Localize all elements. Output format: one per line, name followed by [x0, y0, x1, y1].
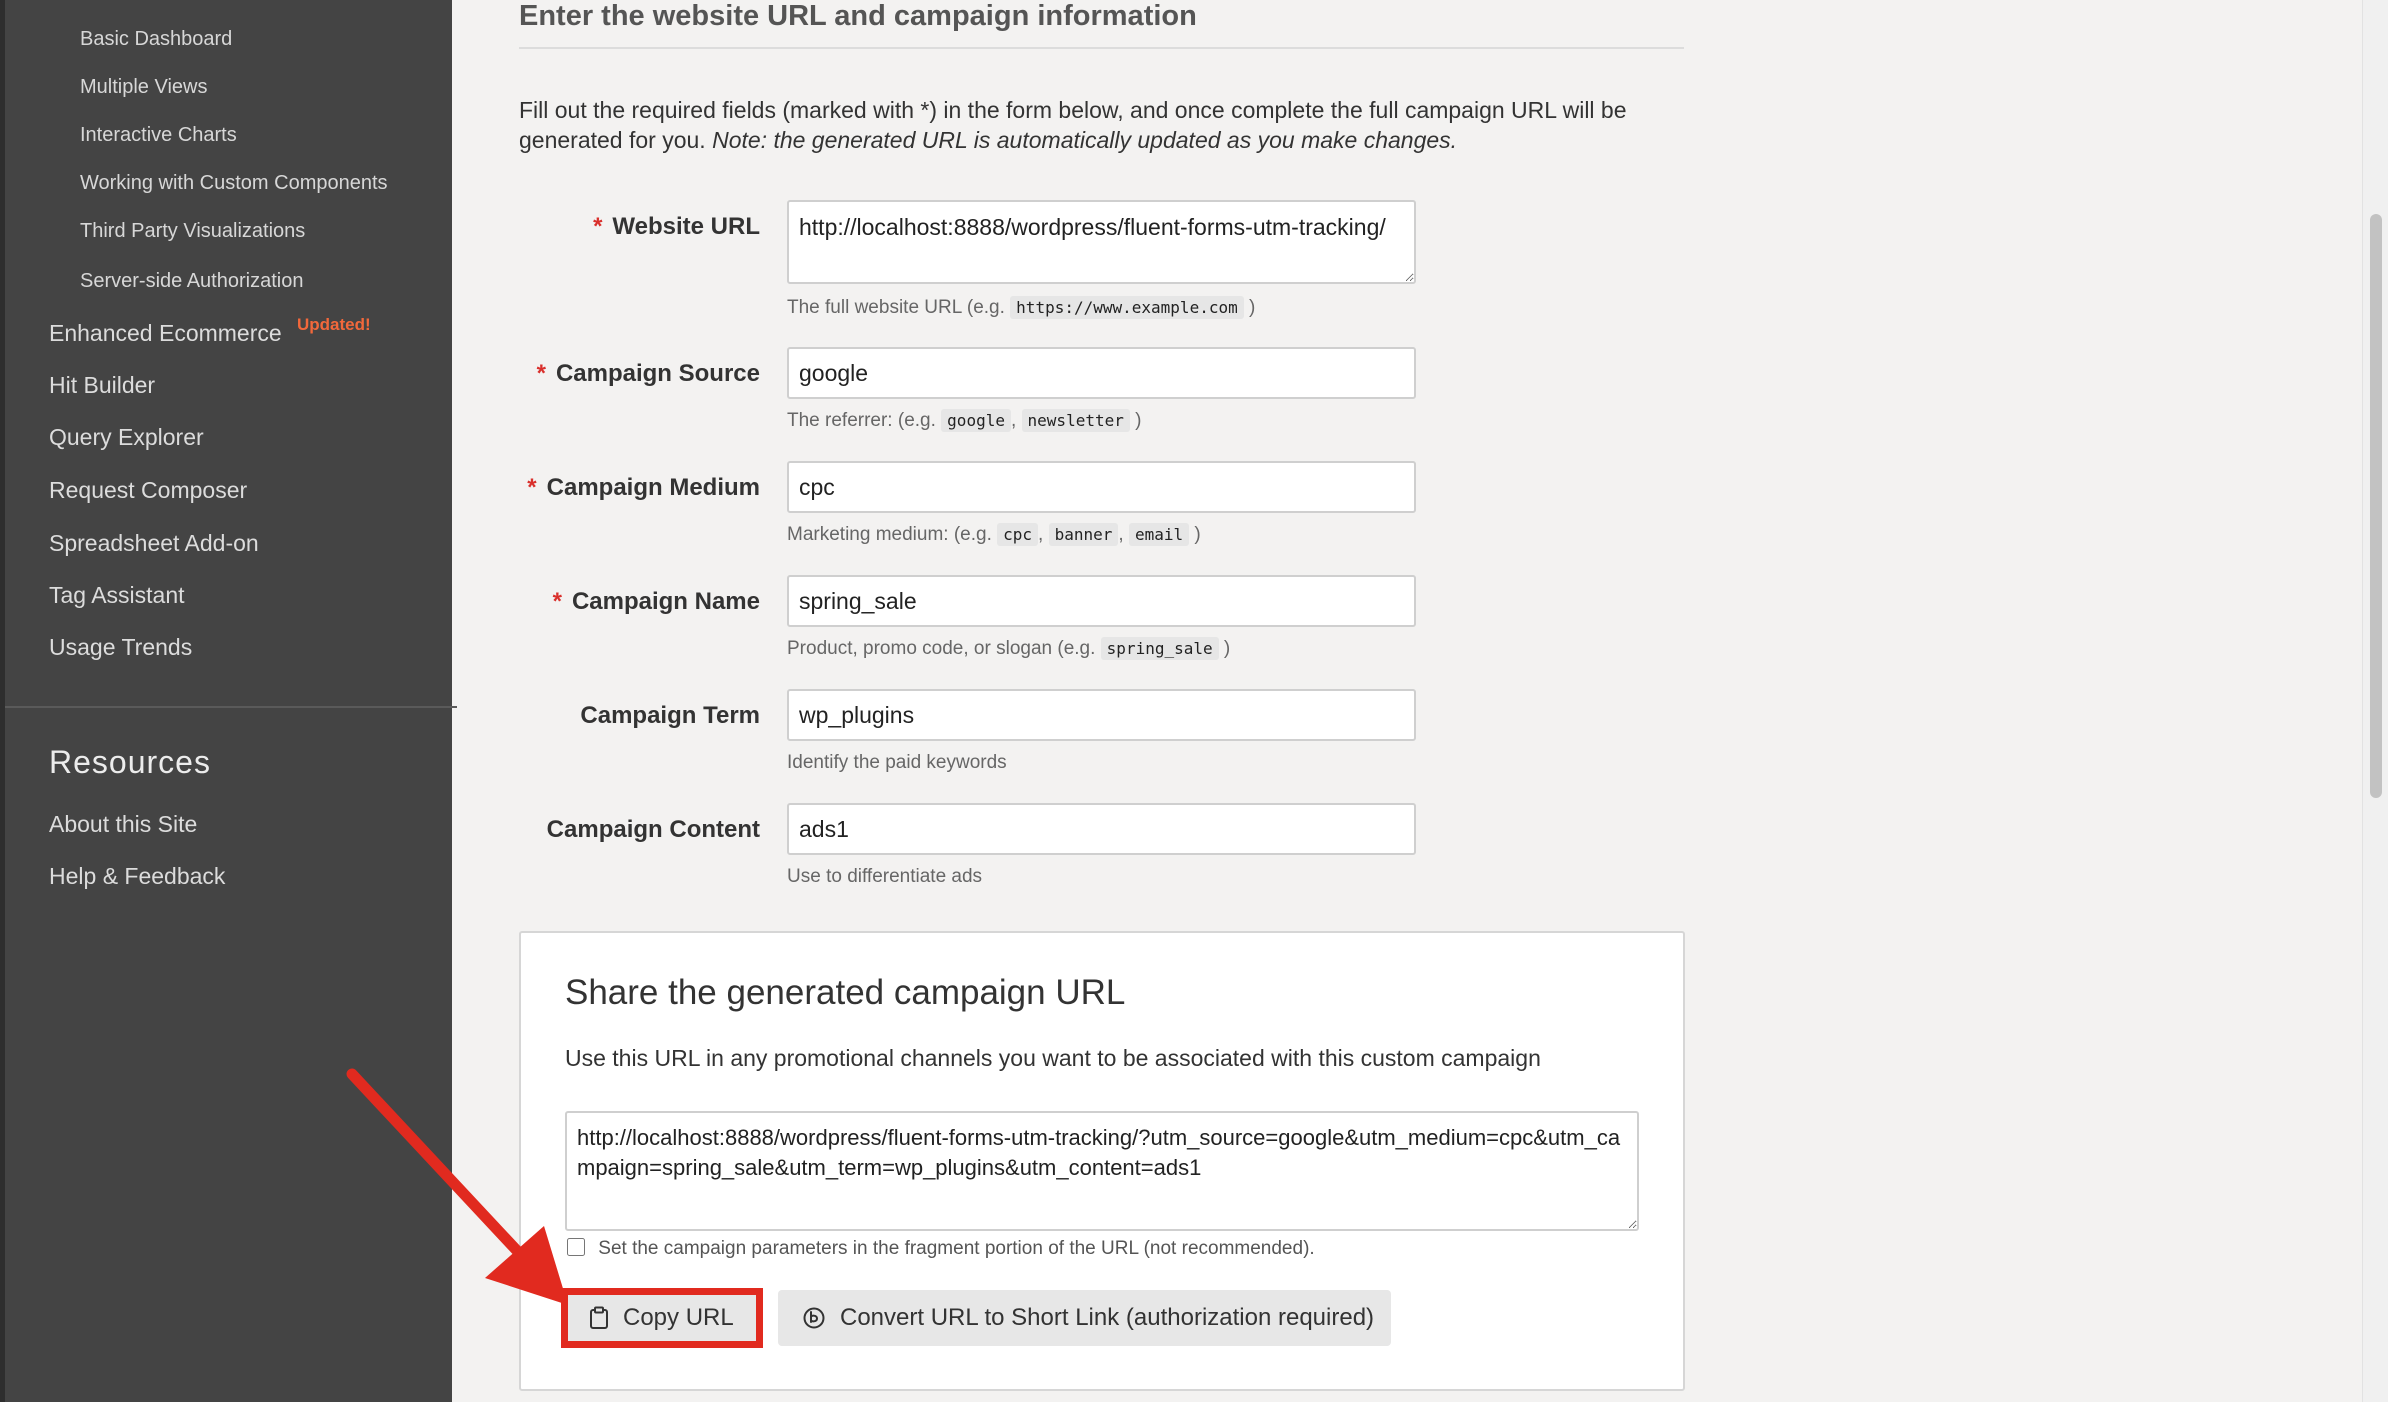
- copy-url-label: Copy URL: [623, 1304, 734, 1331]
- sidebar-item-usage-trends[interactable]: Usage Trends: [49, 634, 192, 661]
- help-suffix: ): [1249, 297, 1256, 318]
- campaign-content-label-text: Campaign Content: [546, 816, 760, 843]
- help-suffix: ): [1194, 524, 1201, 545]
- campaign-term-label-text: Campaign Term: [580, 702, 760, 729]
- website-url-field[interactable]: http://localhost:8888/wordpress/fluent-f…: [787, 200, 1416, 284]
- sidebar-item-help-feedback[interactable]: Help & Feedback: [49, 863, 225, 890]
- generated-url-field[interactable]: http://localhost:8888/wordpress/fluent-f…: [565, 1111, 1639, 1231]
- sidebar-item-interactive-charts[interactable]: Interactive Charts: [80, 124, 237, 147]
- intro-text: Fill out the required fields (marked wit…: [519, 95, 1684, 155]
- campaign-content-field[interactable]: [787, 803, 1416, 855]
- campaign-source-label: * Campaign Source: [537, 360, 760, 388]
- campaign-medium-label-text: Campaign Medium: [546, 474, 760, 501]
- campaign-medium-help: Marketing medium: (e.g. cpc, banner, ema…: [787, 523, 1201, 546]
- campaign-content-label: Campaign Content: [547, 816, 760, 844]
- campaign-term-help: Identify the paid keywords: [787, 752, 1007, 773]
- sidebar-item-enhanced-ecommerce[interactable]: Enhanced Ecommerce: [49, 320, 282, 347]
- link-icon: [802, 1306, 826, 1330]
- campaign-name-label-text: Campaign Name: [571, 588, 760, 615]
- share-description: Use this URL in any promotional channels…: [565, 1045, 1541, 1071]
- short-link-label: Convert URL to Short Link (authorization…: [840, 1304, 1375, 1331]
- campaign-medium-field[interactable]: [787, 461, 1416, 513]
- campaign-name-field[interactable]: [787, 575, 1416, 627]
- sidebar-item-spreadsheet-add-on[interactable]: Spreadsheet Add-on: [49, 530, 259, 557]
- fragment-label: Set the campaign parameters in the fragm…: [598, 1238, 1315, 1259]
- copy-url-button[interactable]: Copy URL: [565, 1290, 761, 1346]
- example-code: google: [941, 409, 1011, 432]
- sidebar-item-hit-builder[interactable]: Hit Builder: [49, 372, 155, 399]
- sidebar-item-third-party-visualizations[interactable]: Third Party Visualizations: [80, 220, 305, 243]
- campaign-medium-label: * Campaign Medium: [527, 474, 760, 502]
- example-code: email: [1128, 523, 1190, 546]
- example-code: banner: [1048, 523, 1119, 546]
- sidebar-item-basic-dashboard[interactable]: Basic Dashboard: [80, 28, 232, 51]
- sidebar-item-request-composer[interactable]: Request Composer: [49, 477, 247, 504]
- sidebar-item-query-explorer[interactable]: Query Explorer: [49, 424, 204, 451]
- share-panel: Share the generated campaign URL Use thi…: [519, 931, 1685, 1391]
- campaign-source-field[interactable]: [787, 347, 1416, 399]
- clipboard-icon: [589, 1306, 609, 1330]
- website-url-label-text: Website URL: [612, 213, 760, 240]
- campaign-term-field[interactable]: [787, 689, 1416, 741]
- campaign-term-label: Campaign Term: [580, 702, 760, 730]
- website-url-help: The full website URL (e.g. https://www.e…: [787, 296, 1256, 319]
- share-title: Share the generated campaign URL: [565, 973, 1126, 1012]
- title-divider: [519, 47, 1684, 49]
- fragment-checkbox[interactable]: [567, 1238, 585, 1256]
- sidebar-item-tag-assistant[interactable]: Tag Assistant: [49, 582, 185, 609]
- help-suffix: ): [1135, 410, 1142, 431]
- help-text: Product, promo code, or slogan (e.g.: [787, 638, 1096, 659]
- example-code: https://www.example.com: [1010, 296, 1244, 319]
- help-text: The referrer: (e.g.: [787, 410, 936, 431]
- campaign-name-help: Product, promo code, or slogan (e.g. spr…: [787, 637, 1231, 660]
- sidebar-item-multiple-views[interactable]: Multiple Views: [80, 76, 207, 99]
- sidebar-item-about-this-site[interactable]: About this Site: [49, 811, 197, 838]
- sidebar-item-custom-components[interactable]: Working with Custom Components: [80, 172, 388, 195]
- campaign-source-label-text: Campaign Source: [555, 360, 760, 387]
- example-code: newsletter: [1021, 409, 1130, 432]
- sidebar: Basic Dashboard Multiple Views Interacti…: [0, 0, 457, 1402]
- required-marker: *: [593, 213, 603, 240]
- intro-note: Note: the generated URL is automatically…: [712, 127, 1458, 153]
- campaign-name-label: * Campaign Name: [553, 588, 760, 616]
- help-suffix: ): [1223, 638, 1231, 659]
- sidebar-divider: [5, 706, 457, 708]
- updated-badge: Updated!: [297, 315, 371, 334]
- website-url-label: * Website URL: [593, 213, 760, 241]
- fragment-option[interactable]: Set the campaign parameters in the fragm…: [567, 1238, 1315, 1260]
- example-code: cpc: [997, 523, 1039, 546]
- help-text: Marketing medium: (e.g.: [787, 524, 992, 545]
- required-marker: *: [536, 360, 546, 387]
- example-code: spring_sale: [1100, 637, 1219, 660]
- sidebar-item-server-side-authorization[interactable]: Server-side Authorization: [80, 270, 303, 293]
- required-marker: *: [527, 474, 537, 501]
- section-title: Enter the website URL and campaign infor…: [519, 0, 1197, 32]
- resources-heading: Resources: [49, 744, 211, 780]
- help-text: The full website URL (e.g.: [787, 297, 1005, 318]
- campaign-source-help: The referrer: (e.g. google, newsletter ): [787, 409, 1142, 432]
- required-marker: *: [552, 588, 562, 615]
- scrollbar-thumb[interactable]: [2370, 214, 2382, 798]
- campaign-content-help: Use to differentiate ads: [787, 866, 983, 887]
- short-link-button[interactable]: Convert URL to Short Link (authorization…: [778, 1290, 1391, 1346]
